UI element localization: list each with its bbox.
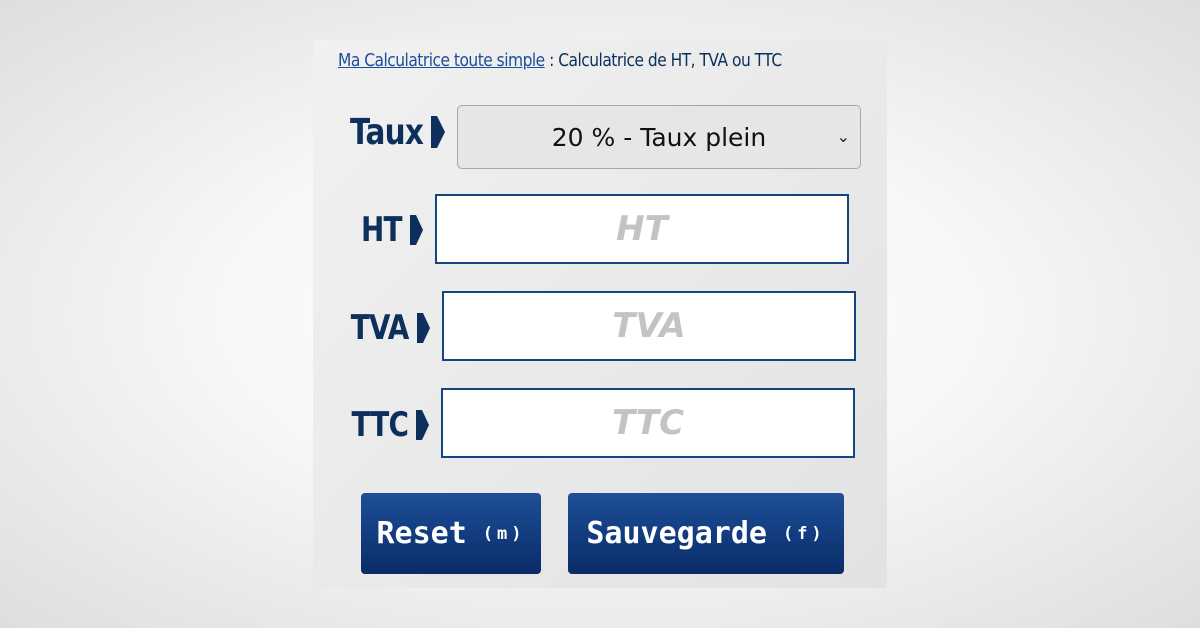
save-shortcut: (f): [782, 523, 826, 544]
tva-input[interactable]: [444, 292, 854, 360]
tva-field[interactable]: [442, 291, 856, 361]
ttc-field[interactable]: [441, 388, 855, 458]
ht-label-text: HT: [361, 210, 403, 250]
reset-button[interactable]: Reset (m): [361, 493, 541, 574]
arrow-right-icon: [410, 215, 423, 245]
taux-label-text: Taux: [349, 111, 424, 153]
header: Ma Calculatrice toute simple : Calculatr…: [338, 50, 782, 71]
arrow-right-icon: [431, 116, 445, 148]
ht-label: HT: [333, 208, 423, 252]
arrow-right-icon: [417, 313, 430, 343]
header-separator: :: [544, 50, 559, 71]
arrow-right-icon: [416, 410, 429, 440]
save-button[interactable]: Sauvegarde (f): [568, 493, 844, 574]
ttc-input[interactable]: [443, 389, 853, 457]
reset-shortcut: (m): [482, 523, 526, 544]
taux-label: Taux: [333, 110, 445, 154]
calculator-card: Ma Calculatrice toute simple : Calculatr…: [313, 40, 887, 588]
ht-field[interactable]: [435, 194, 849, 264]
save-label: Sauvegarde: [586, 516, 767, 551]
ttc-label-text: TTC: [351, 405, 409, 445]
reset-label: Reset: [376, 516, 467, 551]
ttc-label: TTC: [333, 403, 429, 447]
ht-input[interactable]: [437, 195, 847, 263]
tva-label-text: TVA: [351, 308, 410, 348]
taux-select[interactable]: 20 % - Taux plein ⌄: [457, 105, 861, 169]
chevron-down-icon: ⌄: [836, 127, 850, 146]
home-link[interactable]: Ma Calculatrice toute simple: [338, 50, 545, 71]
taux-selected-value: 20 % - Taux plein: [551, 122, 767, 152]
page-title: Calculatrice de HT, TVA ou TTC: [558, 50, 782, 71]
tva-label: TVA: [333, 306, 430, 350]
